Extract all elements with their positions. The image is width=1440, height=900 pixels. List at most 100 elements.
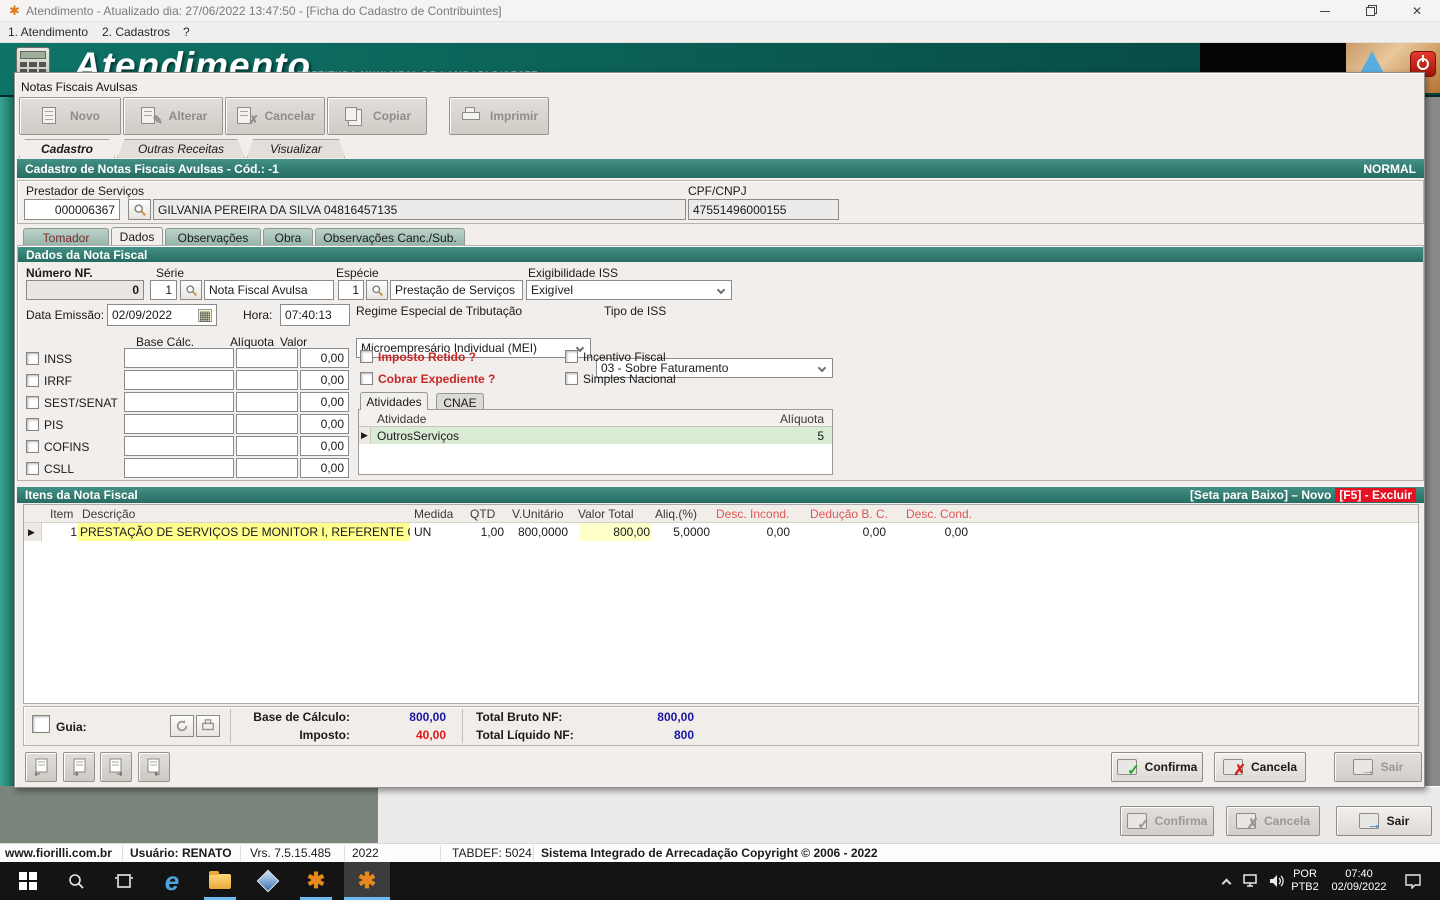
confirma-button[interactable]: ✓ Confirma	[1111, 752, 1203, 782]
guia-checkbox[interactable]	[32, 715, 50, 733]
cpf-input[interactable]: 47551496000155	[688, 199, 839, 220]
file-explorer-button[interactable]	[200, 862, 240, 900]
cofins-base-input[interactable]	[124, 436, 234, 456]
alterar-button[interactable]: ✎ Alterar	[123, 97, 223, 135]
especie-desc-input[interactable]: Prestação de Serviços	[390, 280, 523, 300]
inss-aliq-input[interactable]	[236, 348, 298, 368]
volume-tray-icon[interactable]	[1264, 862, 1290, 900]
cofins-valor-input[interactable]: 0,00	[300, 436, 349, 456]
menu-cadastros[interactable]: 2. Cadastros	[102, 25, 170, 39]
cobrar-expediente-label: Cobrar Expediente ?	[378, 372, 496, 386]
tab-observacoes[interactable]: Observações	[165, 228, 261, 246]
language-indicator[interactable]: POR PTB2	[1288, 862, 1322, 900]
irrf-checkbox[interactable]	[26, 374, 39, 387]
csll-valor-input[interactable]: 0,00	[300, 458, 349, 478]
tab-dados[interactable]: Dados	[111, 227, 163, 245]
guia-label: Guia:	[56, 720, 87, 734]
notification-center-button[interactable]	[1398, 862, 1428, 900]
exigibilidade-select[interactable]: Exigível	[526, 280, 732, 300]
tab-tomador[interactable]: Tomador	[23, 228, 109, 246]
nav-prev-button[interactable]	[63, 752, 95, 782]
sair-button[interactable]: → Sair	[1334, 752, 1422, 782]
col-v-unitario: V.Unitário	[512, 507, 564, 521]
minimize-button[interactable]	[1308, 0, 1342, 22]
hora-input[interactable]: 07:40:13	[280, 304, 350, 326]
pis-valor-input[interactable]: 0,00	[300, 414, 349, 434]
cancela-button[interactable]: ✗ Cancela	[1214, 752, 1306, 782]
blue-app-button[interactable]	[248, 862, 288, 900]
irrf-base-input[interactable]	[124, 370, 234, 390]
serie-input[interactable]: 1	[150, 280, 177, 300]
nav-first-button[interactable]	[25, 752, 57, 782]
cofins-aliq-input[interactable]	[236, 436, 298, 456]
numero-nf-input[interactable]: 0	[26, 280, 144, 300]
irrf-aliq-input[interactable]	[236, 370, 298, 390]
tray-expand-button[interactable]	[1214, 862, 1238, 900]
data-emissao-input[interactable]: 02/09/2022 ▦	[107, 304, 217, 326]
csll-checkbox[interactable]	[26, 462, 39, 475]
pis-valor: 0,00	[320, 417, 344, 431]
task-view-button[interactable]	[104, 862, 144, 900]
serie-search-button[interactable]	[180, 280, 202, 300]
pis-base-input[interactable]	[124, 414, 234, 434]
pis-aliq-input[interactable]	[236, 414, 298, 434]
calendar-icon[interactable]: ▦	[197, 308, 212, 322]
tab-outras-receitas[interactable]: Outras Receitas	[117, 139, 245, 158]
inss-valor-input[interactable]: 0,00	[300, 348, 349, 368]
guia-refresh-button[interactable]	[170, 715, 194, 737]
nav-last-button[interactable]	[138, 752, 170, 782]
internet-explorer-button[interactable]: e	[152, 862, 192, 900]
especie-input[interactable]: 1	[338, 280, 364, 300]
copiar-button[interactable]: Copiar	[327, 97, 427, 135]
especie-search-button[interactable]	[366, 280, 388, 300]
prestador-name-input[interactable]: GILVANIA PEREIRA DA SILVA 04816457135	[153, 199, 686, 220]
inss-base-input[interactable]	[124, 348, 234, 368]
tab-atividades[interactable]: Atividades	[360, 392, 428, 410]
outer-cancela-button[interactable]: ✗ Cancela	[1226, 806, 1320, 836]
nav-next-button[interactable]	[100, 752, 132, 782]
atividade-row[interactable]: ▶ OutrosServiços 5	[359, 427, 832, 444]
fiorilli-active-app-button[interactable]: ✱	[344, 862, 390, 900]
simples-checkbox[interactable]	[565, 372, 578, 385]
cancelar-button[interactable]: ✗ Cancelar	[225, 97, 325, 135]
outer-sair-button[interactable]: → Sair	[1336, 806, 1432, 836]
pis-checkbox[interactable]	[26, 418, 39, 431]
menu-help[interactable]: ?	[183, 25, 190, 39]
prestador-code-input[interactable]: 000006367	[24, 199, 120, 220]
dialog-title: Notas Fiscais Avulsas	[21, 80, 138, 94]
csll-aliq-input[interactable]	[236, 458, 298, 478]
irrf-valor-input[interactable]: 0,00	[300, 370, 349, 390]
imposto-retido-checkbox[interactable]	[360, 350, 373, 363]
start-button[interactable]	[8, 862, 48, 900]
sest-aliq-input[interactable]	[236, 392, 298, 412]
serie-label: Série	[156, 266, 185, 280]
serie-desc-input[interactable]: Nota Fiscal Avulsa	[204, 280, 334, 300]
maximize-button[interactable]	[1353, 0, 1387, 22]
sest-base-input[interactable]	[124, 392, 234, 412]
guia-print-button[interactable]	[196, 715, 220, 737]
tab-cadastro[interactable]: Cadastro	[19, 139, 115, 158]
csll-valor: 0,00	[320, 461, 344, 475]
tab-obra[interactable]: Obra	[263, 228, 313, 246]
outer-confirma-button[interactable]: ✓ Confirma	[1120, 806, 1214, 836]
network-tray-icon[interactable]	[1238, 862, 1264, 900]
novo-button[interactable]: Novo	[19, 97, 121, 135]
regime-label: Regime Especial de Tributação	[356, 304, 523, 318]
sest-valor-input[interactable]: 0,00	[300, 392, 349, 412]
taskbar-search-button[interactable]	[56, 862, 96, 900]
close-button[interactable]: ✕	[1400, 0, 1434, 22]
cobrar-expediente-checkbox[interactable]	[360, 372, 373, 385]
item-row[interactable]: ▶ 1 PRESTAÇÃO DE SERVIÇOS DE MONITOR I, …	[24, 523, 1418, 541]
sest-checkbox[interactable]	[26, 396, 39, 409]
prestador-search-button[interactable]	[128, 199, 151, 220]
fiorilli-app-button[interactable]: ✱	[296, 862, 336, 900]
clock[interactable]: 07:40 02/09/2022	[1324, 862, 1394, 900]
csll-base-input[interactable]	[124, 458, 234, 478]
tab-visualizar[interactable]: Visualizar	[247, 139, 345, 158]
incentivo-checkbox[interactable]	[565, 350, 578, 363]
cofins-checkbox[interactable]	[26, 440, 39, 453]
menu-atendimento[interactable]: 1. Atendimento	[8, 25, 88, 39]
tab-obs-canc[interactable]: Observações Canc./Sub.	[315, 228, 465, 246]
imprimir-button[interactable]: Imprimir	[449, 97, 549, 135]
inss-checkbox[interactable]	[26, 352, 39, 365]
